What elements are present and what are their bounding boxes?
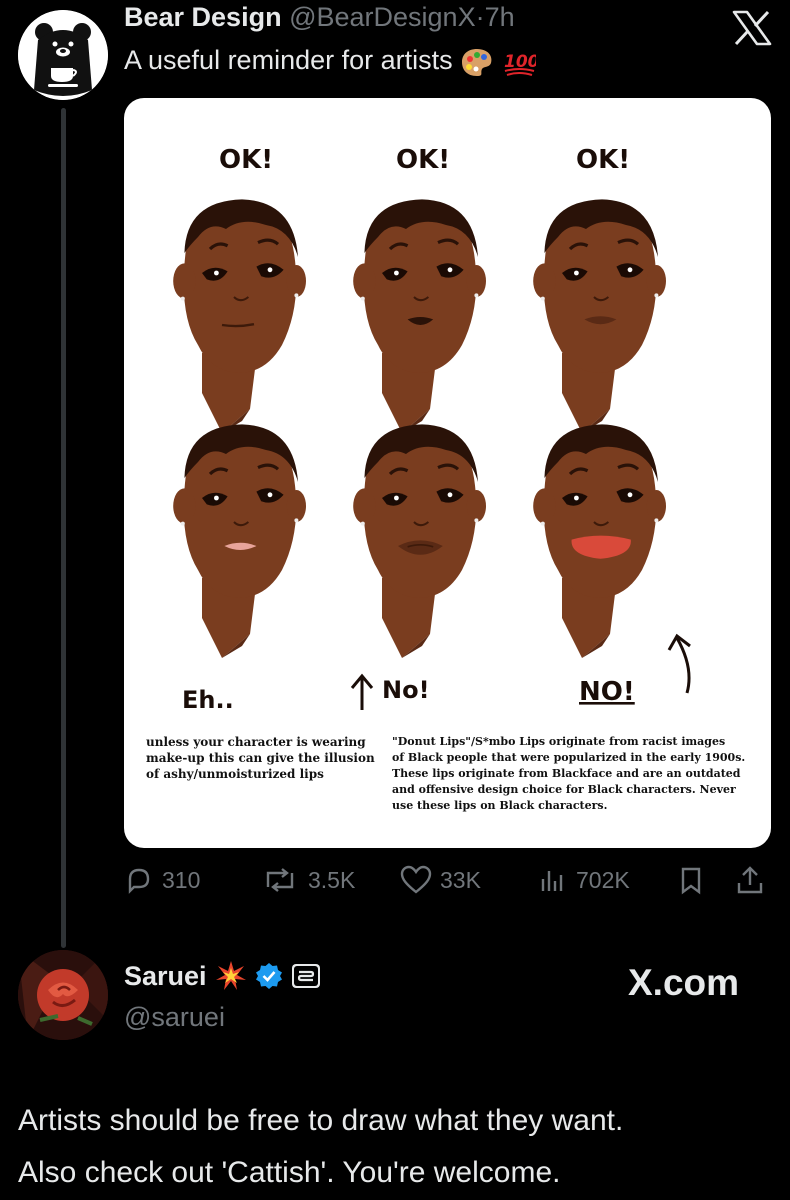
bookmark-icon bbox=[681, 867, 701, 895]
label-top-3: OK! bbox=[576, 145, 630, 175]
reply-author-row: Saruei bbox=[124, 960, 321, 992]
caption-right-line-4: and offensive design choice for Black ch… bbox=[392, 783, 736, 796]
views-icon bbox=[541, 871, 563, 891]
reply-author-avatar[interactable] bbox=[18, 950, 108, 1040]
collision-emoji-icon bbox=[215, 961, 246, 990]
caption-left-line-3: of ashy/unmoisturized lips bbox=[146, 767, 324, 781]
caption-right: "Donut Lips"/S*mbo Lips originate from r… bbox=[392, 734, 745, 814]
caption-right-line-5: use these lips on Black characters. bbox=[392, 799, 608, 812]
author-avatar[interactable] bbox=[18, 10, 108, 100]
label-top-1: OK! bbox=[219, 145, 273, 175]
share-icon bbox=[737, 866, 763, 894]
arrow-up-icon bbox=[350, 673, 374, 710]
tweet-text: A useful reminder for artists 100 bbox=[124, 45, 536, 77]
author-name[interactable]: Bear Design bbox=[124, 2, 282, 32]
like-icon bbox=[400, 865, 432, 894]
reply-body-line-2: Also check out 'Cattish'. You're welcome… bbox=[18, 1156, 561, 1189]
tweet-text-content: A useful reminder for artists bbox=[124, 45, 453, 75]
x-com-watermark: X.com bbox=[628, 962, 740, 1003]
views-count: 702K bbox=[576, 866, 630, 893]
face-5-donut-lips bbox=[351, 422, 488, 660]
share-button[interactable] bbox=[734, 865, 766, 895]
label-bottom-1: Eh.. bbox=[182, 686, 234, 714]
thread-connector-line bbox=[61, 108, 66, 948]
hundred-points-emoji-icon: 100 bbox=[504, 52, 536, 76]
bookmark-button[interactable] bbox=[676, 865, 706, 895]
arrow-curved-icon bbox=[667, 633, 691, 694]
like-button[interactable]: 33K bbox=[400, 865, 481, 895]
caption-left-line-2: make-up this can give the illusion bbox=[146, 751, 375, 765]
author-handle[interactable]: @BearDesignX bbox=[289, 2, 476, 32]
bear-logo-icon bbox=[18, 10, 108, 100]
reply-body-line-1: Artists should be free to draw what they… bbox=[18, 1104, 624, 1137]
repost-button[interactable]: 3.5K bbox=[260, 865, 355, 895]
timestamp[interactable]: 7h bbox=[485, 2, 515, 32]
reply-icon bbox=[128, 868, 150, 894]
label-bottom-3: NO! bbox=[579, 677, 635, 707]
tweet-header: Bear Design @BearDesignX·7h bbox=[124, 2, 515, 33]
face-3-brown-lips bbox=[531, 197, 668, 435]
caption-left-line-1: unless your character is wearing bbox=[146, 735, 366, 749]
label-bottom-2: No! bbox=[382, 676, 430, 704]
repost-count: 3.5K bbox=[308, 866, 356, 893]
tweet-media-image[interactable]: OK! OK! OK! Eh.. No! NO! unless your cha… bbox=[124, 98, 771, 848]
reply-author-handle[interactable]: @saruei bbox=[124, 1002, 225, 1033]
face-2-dark-lips bbox=[351, 197, 488, 435]
subscriber-badge-icon bbox=[291, 964, 320, 988]
x-logo-icon[interactable] bbox=[732, 10, 772, 46]
reply-author-name[interactable]: Saruei bbox=[124, 961, 207, 992]
rose-avatar-icon bbox=[18, 950, 108, 1040]
face-4-pink-lips bbox=[171, 422, 308, 660]
tweet-action-bar: 310 3.5K 33K 702K bbox=[124, 865, 774, 905]
label-top-2: OK! bbox=[396, 145, 450, 175]
face-1-neutral-lips bbox=[171, 197, 308, 435]
caption-right-line-1: "Donut Lips"/S*mbo Lips originate from r… bbox=[392, 735, 726, 748]
separator-dot: · bbox=[475, 2, 485, 32]
views-button[interactable]: 702K bbox=[538, 865, 630, 895]
caption-left: unless your character is wearing make-up… bbox=[146, 734, 375, 782]
caption-right-line-2: of Black people that were popularized in… bbox=[392, 751, 746, 764]
reply-button[interactable]: 310 bbox=[124, 865, 200, 895]
face-6-red-lips bbox=[531, 422, 668, 660]
like-count: 33K bbox=[440, 866, 481, 893]
repost-icon bbox=[266, 868, 294, 892]
reply-count: 310 bbox=[162, 866, 201, 893]
verified-badge-icon[interactable] bbox=[255, 962, 283, 990]
reply-body: Artists should be free to draw what they… bbox=[18, 1095, 778, 1199]
palette-emoji-icon bbox=[462, 48, 492, 76]
caption-right-line-3: These lips originate from Blackface and … bbox=[392, 767, 741, 780]
